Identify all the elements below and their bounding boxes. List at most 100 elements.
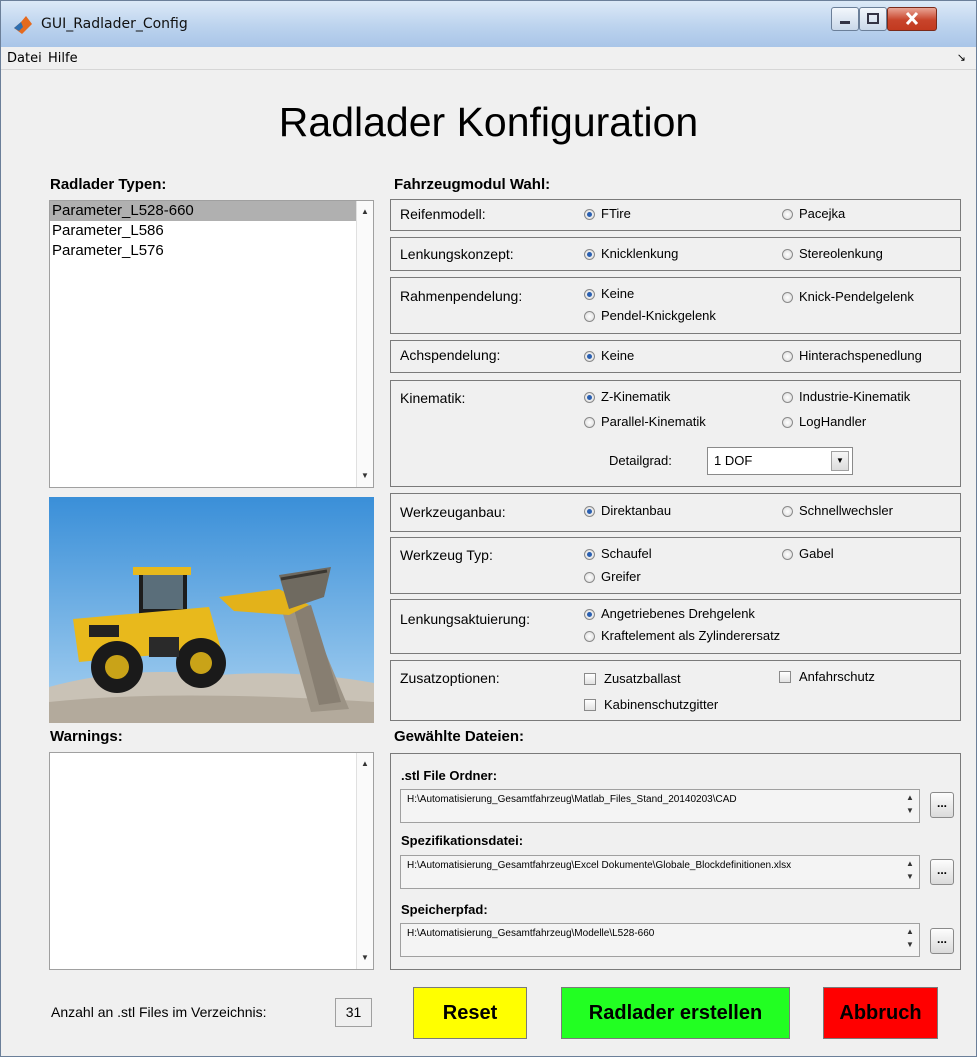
list-item[interactable]: Parameter_L528-660 (50, 201, 373, 221)
radio-keine-achse[interactable]: Keine (584, 348, 634, 363)
radio-hinterachspendelung[interactable]: Hinterachspenedlung (782, 348, 922, 363)
stl-count-label: Anzahl an .stl Files im Verzeichnis: (51, 1004, 267, 1020)
save-browse-button[interactable]: ... (930, 928, 954, 954)
maximize-button[interactable] (859, 7, 887, 31)
close-icon (905, 11, 919, 26)
modules-label: Fahrzeugmodul Wahl: (394, 176, 551, 193)
types-scrollbar[interactable]: ▲ ▼ (356, 201, 373, 487)
warnings-listbox[interactable]: ▲ ▼ (49, 752, 374, 970)
toolbar-toggle-icon[interactable]: ↘ (957, 51, 966, 64)
radio-label: Hinterachspenedlung (799, 348, 922, 363)
radio-loghandler[interactable]: LogHandler (782, 414, 866, 429)
abort-button[interactable]: Abbruch (823, 987, 938, 1039)
checkbox-anfahrschutz[interactable]: Anfahrschutz (779, 669, 875, 684)
radio-selected-icon (584, 549, 595, 560)
radio-label: Schaufel (601, 546, 652, 561)
radio-ftire[interactable]: FTire (584, 206, 631, 221)
radio-icon (782, 549, 793, 560)
radio-selected-icon (584, 249, 595, 260)
minimize-button[interactable] (831, 7, 859, 31)
radio-icon (782, 292, 793, 303)
radio-selected-icon (584, 209, 595, 220)
radio-label: Pendel-Knickgelenk (601, 308, 716, 323)
werkzeuganbau-label: Werkzeuganbau: (400, 504, 506, 520)
types-listbox[interactable]: Parameter_L528-660 Parameter_L586 Parame… (49, 200, 374, 488)
spec-browse-button[interactable]: ... (930, 859, 954, 885)
spec-file-label: Spezifikationsdatei: (401, 833, 524, 848)
checkbox-zusatzballast[interactable]: Zusatzballast (584, 671, 681, 686)
reset-button[interactable]: Reset (413, 987, 527, 1039)
save-scroll-icon[interactable]: ▲ ▼ (901, 925, 919, 955)
radio-direktanbau[interactable]: Direktanbau (584, 503, 671, 518)
radio-greifer[interactable]: Greifer (584, 569, 641, 584)
radio-gabel[interactable]: Gabel (782, 546, 834, 561)
close-button[interactable] (887, 7, 937, 31)
checkbox-icon (779, 671, 791, 683)
radio-icon (782, 209, 793, 220)
app-window: GUI_Radlader_Config Datei Hilfe ↘ Radlad… (0, 0, 977, 1057)
radio-stereolenkung[interactable]: Stereolenkung (782, 246, 883, 261)
reifenmodell-label: Reifenmodell: (400, 206, 486, 222)
stl-browse-button[interactable]: ... (930, 792, 954, 818)
spec-file-field[interactable]: H:\Automatisierung_Gesamtfahrzeug\Excel … (400, 855, 920, 889)
radio-pendel-knickgelenk[interactable]: Pendel-Knickgelenk (584, 308, 716, 323)
panel-zusatzoptionen: Zusatzoptionen: Zusatzballast Anfahrschu… (390, 660, 961, 721)
detailgrad-select[interactable]: 1 DOF ▼ (707, 447, 853, 475)
checkbox-icon (584, 699, 596, 711)
radio-parallel-kinematik[interactable]: Parallel-Kinematik (584, 414, 706, 429)
checkbox-icon (584, 673, 596, 685)
scroll-up-icon[interactable]: ▲ (357, 756, 373, 772)
minimize-icon (840, 21, 850, 24)
radio-z-kinematik[interactable]: Z-Kinematik (584, 389, 670, 404)
radio-label: Knick-Pendelgelenk (799, 289, 914, 304)
radio-keine-rahmen[interactable]: Keine (584, 286, 634, 301)
scroll-down-icon[interactable]: ▼ (357, 950, 373, 966)
checkbox-kabinenschutzgitter[interactable]: Kabinenschutzgitter (584, 697, 718, 712)
detailgrad-label: Detailgrad: (609, 453, 672, 468)
radio-industrie-kinematik[interactable]: Industrie-Kinematik (782, 389, 910, 404)
scroll-up-icon[interactable]: ▲ (357, 204, 373, 220)
list-item[interactable]: Parameter_L586 (50, 221, 373, 241)
save-path-field[interactable]: H:\Automatisierung_Gesamtfahrzeug\Modell… (400, 923, 920, 957)
radio-label: Z-Kinematik (601, 389, 671, 404)
radio-schaufel[interactable]: Schaufel (584, 546, 652, 561)
menu-hilfe[interactable]: Hilfe (48, 51, 78, 66)
panel-kinematik: Kinematik: Z-Kinematik Industrie-Kinemat… (390, 380, 961, 487)
detailgrad-value: 1 DOF (714, 453, 753, 468)
stl-scroll-icon[interactable]: ▲ ▼ (901, 791, 919, 821)
checkbox-label: Kabinenschutzgitter (604, 697, 719, 712)
radio-label: Knicklenkung (601, 246, 679, 261)
radio-angetriebenes-drehgelenk[interactable]: Angetriebenes Drehgelenk (584, 606, 755, 621)
stl-folder-field[interactable]: H:\Automatisierung_Gesamtfahrzeug\Matlab… (400, 789, 920, 823)
radio-kraftelement[interactable]: Kraftelement als Zylinderersatz (584, 628, 780, 643)
radio-icon (584, 572, 595, 583)
rahmenpendelung-label: Rahmenpendelung: (400, 288, 523, 304)
radio-label: Direktanbau (601, 503, 672, 518)
spec-scroll-icon[interactable]: ▲ ▼ (901, 857, 919, 887)
panel-reifenmodell: Reifenmodell: FTire Pacejka (390, 199, 961, 231)
radio-icon (782, 506, 793, 517)
warnings-scrollbar[interactable]: ▲ ▼ (356, 753, 373, 969)
chevron-down-icon[interactable]: ▼ (831, 451, 849, 471)
radio-label: Angetriebenes Drehgelenk (601, 606, 755, 621)
radio-selected-icon (584, 506, 595, 517)
radio-pacejka[interactable]: Pacejka (782, 206, 845, 221)
panel-rahmenpendelung: Rahmenpendelung: Keine Knick-Pendelgelen… (390, 277, 961, 334)
menu-datei[interactable]: Datei (7, 51, 42, 66)
page-title: Radlader Konfiguration (278, 99, 699, 145)
achspendelung-label: Achspendelung: (400, 347, 501, 363)
save-path-label: Speicherpfad: (401, 902, 488, 917)
create-button[interactable]: Radlader erstellen (561, 987, 790, 1039)
files-label: Gewählte Dateien: (394, 728, 525, 745)
radio-icon (782, 249, 793, 260)
scroll-down-icon[interactable]: ▼ (357, 468, 373, 484)
radio-knicklenkung[interactable]: Knicklenkung (584, 246, 678, 261)
radio-label: Keine (601, 348, 635, 363)
radio-label: FTire (601, 206, 631, 221)
list-item[interactable]: Parameter_L576 (50, 241, 373, 261)
radio-label: LogHandler (799, 414, 867, 429)
radio-selected-icon (584, 351, 595, 362)
zusatzoptionen-label: Zusatzoptionen: (400, 670, 500, 686)
radio-schnellwechsler[interactable]: Schnellwechsler (782, 503, 893, 518)
radio-knick-pendelgelenk[interactable]: Knick-Pendelgelenk (782, 289, 914, 304)
